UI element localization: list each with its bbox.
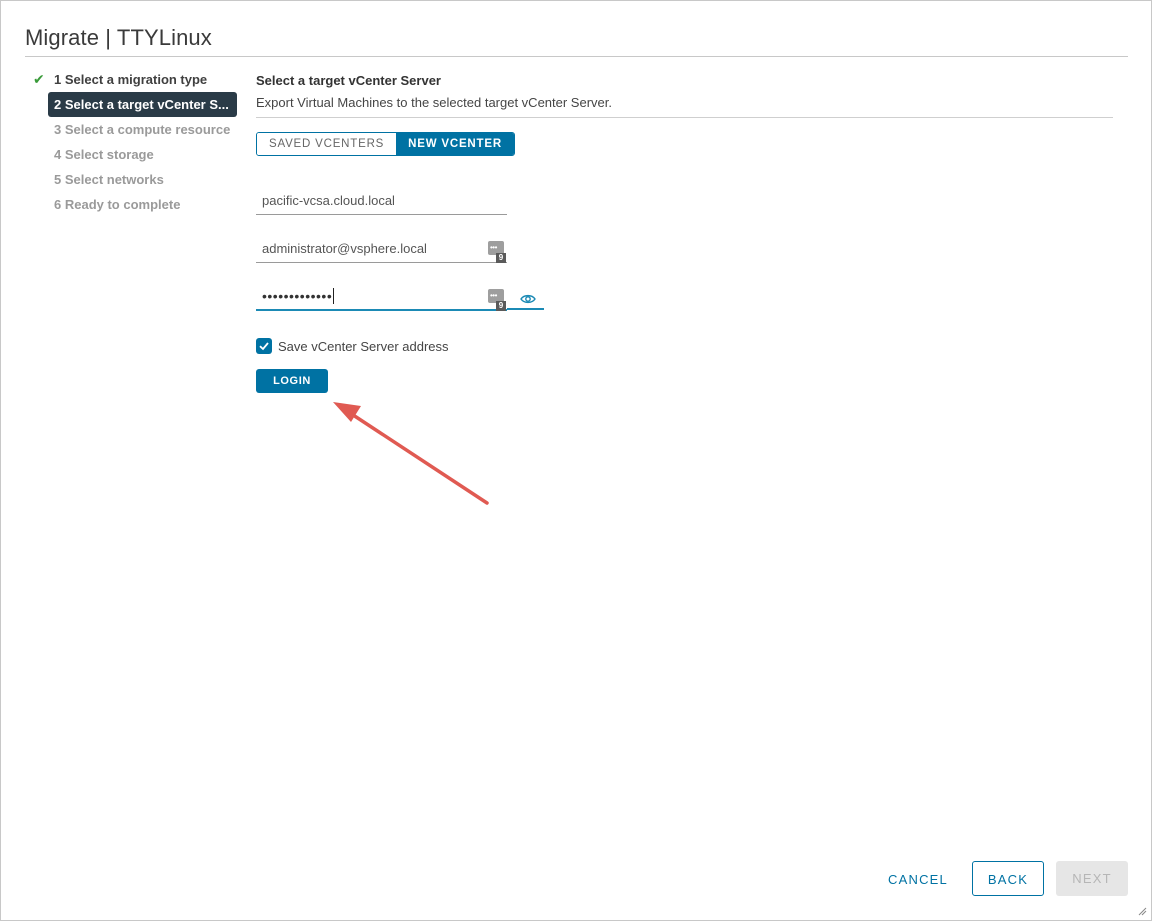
step-ready-to-complete: 6 Ready to complete bbox=[25, 192, 239, 217]
step-select-target-vcenter[interactable]: 2 Select a target vCenter S... bbox=[48, 92, 237, 117]
step-select-networks: 5 Select networks bbox=[25, 167, 239, 192]
resize-handle-icon[interactable] bbox=[1137, 906, 1147, 916]
migrate-dialog: Migrate | TTYLinux ✔ 1 Select a migratio… bbox=[0, 0, 1152, 921]
step-label: 1 Select a migration type bbox=[54, 72, 208, 87]
show-password-eye-icon[interactable] bbox=[520, 292, 536, 310]
save-address-checkbox[interactable] bbox=[256, 338, 272, 354]
save-address-option: Save vCenter Server address bbox=[256, 337, 449, 355]
password-manager-icon[interactable]: ••• 9 bbox=[488, 241, 506, 263]
vcenter-source-toggle: SAVED VCENTERS NEW VCENTER bbox=[256, 132, 515, 156]
step-label: 5 Select networks bbox=[54, 172, 164, 187]
tab-saved-vcenters[interactable]: SAVED VCENTERS bbox=[257, 133, 397, 155]
login-button[interactable]: LOGIN bbox=[256, 369, 328, 393]
title-divider bbox=[25, 56, 1128, 57]
save-address-label: Save vCenter Server address bbox=[278, 338, 449, 354]
server-address-input[interactable] bbox=[256, 187, 507, 213]
dialog-title: Migrate | TTYLinux bbox=[25, 25, 212, 50]
step-select-migration-type[interactable]: ✔ 1 Select a migration type bbox=[25, 67, 239, 92]
section-divider bbox=[256, 117, 1113, 118]
wizard-steps: ✔ 1 Select a migration type 2 Select a t… bbox=[25, 67, 239, 217]
step-label: 2 Select a target vCenter S... bbox=[54, 97, 229, 112]
server-address-field bbox=[256, 187, 507, 215]
text-caret bbox=[333, 288, 335, 304]
password-manager-icon[interactable]: ••• 9 bbox=[488, 289, 506, 311]
username-field bbox=[256, 235, 507, 263]
step-label: 3 Select a compute resource bbox=[54, 122, 231, 137]
section-description: Export Virtual Machines to the selected … bbox=[256, 95, 612, 110]
step-select-compute-resource: 3 Select a compute resource bbox=[25, 117, 239, 142]
section-title: Select a target vCenter Server bbox=[256, 73, 441, 88]
step-content: Select a target vCenter Server Export Vi… bbox=[256, 73, 1113, 393]
next-button[interactable]: NEXT bbox=[1056, 861, 1128, 896]
username-input[interactable] bbox=[256, 235, 507, 261]
back-button[interactable]: BACK bbox=[972, 861, 1044, 896]
password-manager-badge: 9 bbox=[496, 253, 506, 263]
password-field[interactable]: ••••••••••••• bbox=[256, 283, 507, 311]
step-label: 6 Ready to complete bbox=[54, 197, 181, 212]
check-icon: ✔ bbox=[33, 71, 45, 87]
cancel-button[interactable]: CANCEL bbox=[879, 862, 957, 897]
password-input: ••••••••••••• bbox=[262, 288, 333, 304]
password-manager-badge: 9 bbox=[496, 301, 506, 311]
annotation-arrow-icon bbox=[333, 402, 489, 505]
step-label: 4 Select storage bbox=[54, 147, 154, 162]
step-select-storage: 4 Select storage bbox=[25, 142, 239, 167]
tab-new-vcenter[interactable]: NEW VCENTER bbox=[396, 133, 514, 155]
